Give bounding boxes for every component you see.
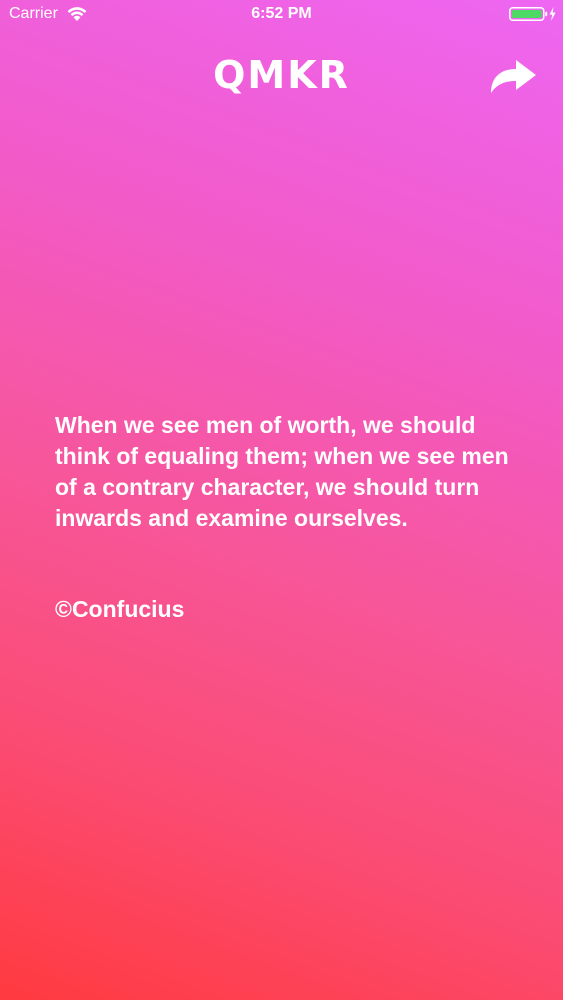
share-arrow-icon[interactable] <box>486 56 540 98</box>
bolt-icon <box>549 7 556 21</box>
quote-author: ©Confucius <box>55 596 185 622</box>
quote-text: When we see men of worth, we should thin… <box>55 412 509 531</box>
quote-screen: Carrier 6:52 PM QMKR When we see men of … <box>0 0 563 1000</box>
status-time: 6:52 PM <box>251 5 312 22</box>
battery-charging-icon <box>509 7 556 21</box>
app-logo: QMKR <box>213 53 350 97</box>
status-bar: Carrier 6:52 PM <box>0 0 563 30</box>
